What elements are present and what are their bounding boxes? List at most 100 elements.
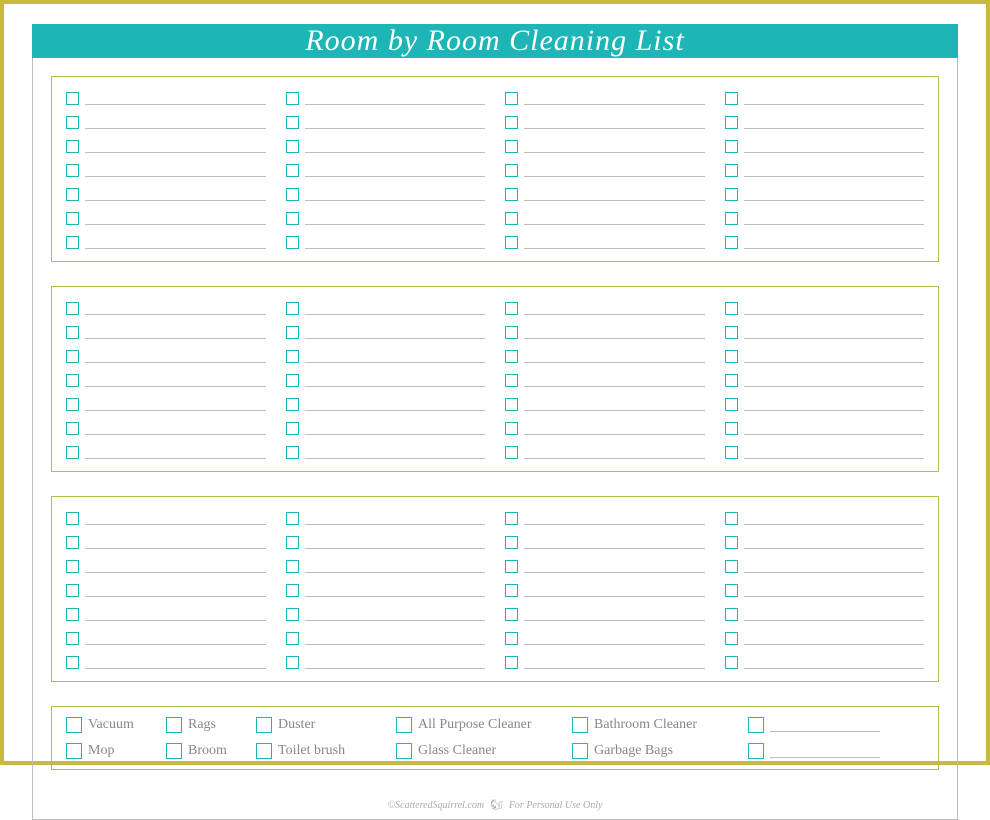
checkbox[interactable] bbox=[725, 302, 738, 315]
write-line[interactable] bbox=[305, 511, 486, 525]
checkbox[interactable] bbox=[256, 717, 272, 733]
checkbox[interactable] bbox=[286, 116, 299, 129]
write-line[interactable] bbox=[85, 235, 266, 249]
write-line[interactable] bbox=[85, 187, 266, 201]
write-line[interactable] bbox=[85, 535, 266, 549]
checkbox[interactable] bbox=[748, 743, 764, 759]
checkbox[interactable] bbox=[725, 446, 738, 459]
write-line[interactable] bbox=[305, 421, 486, 435]
checkbox[interactable] bbox=[725, 398, 738, 411]
checkbox[interactable] bbox=[66, 326, 79, 339]
checkbox[interactable] bbox=[66, 584, 79, 597]
write-line[interactable] bbox=[524, 115, 705, 129]
checkbox[interactable] bbox=[505, 632, 518, 645]
write-line[interactable] bbox=[744, 607, 925, 621]
checkbox[interactable] bbox=[725, 374, 738, 387]
checkbox[interactable] bbox=[286, 140, 299, 153]
write-line[interactable] bbox=[305, 163, 486, 177]
checkbox[interactable] bbox=[725, 140, 738, 153]
write-line[interactable] bbox=[85, 211, 266, 225]
checkbox[interactable] bbox=[66, 743, 82, 759]
write-line[interactable] bbox=[305, 91, 486, 105]
write-line[interactable] bbox=[744, 583, 925, 597]
write-line[interactable] bbox=[305, 235, 486, 249]
write-line[interactable] bbox=[524, 631, 705, 645]
write-line[interactable] bbox=[305, 445, 486, 459]
checkbox[interactable] bbox=[725, 560, 738, 573]
checkbox[interactable] bbox=[66, 717, 82, 733]
checkbox[interactable] bbox=[286, 632, 299, 645]
checkbox[interactable] bbox=[66, 212, 79, 225]
write-line[interactable] bbox=[524, 235, 705, 249]
checkbox[interactable] bbox=[166, 717, 182, 733]
write-line[interactable] bbox=[85, 349, 266, 363]
checkbox[interactable] bbox=[66, 116, 79, 129]
checkbox[interactable] bbox=[505, 374, 518, 387]
checkbox[interactable] bbox=[286, 560, 299, 573]
checkbox[interactable] bbox=[505, 398, 518, 411]
write-line[interactable] bbox=[305, 535, 486, 549]
checkbox[interactable] bbox=[286, 398, 299, 411]
checkbox[interactable] bbox=[286, 326, 299, 339]
write-line[interactable] bbox=[524, 163, 705, 177]
write-line[interactable] bbox=[744, 535, 925, 549]
checkbox[interactable] bbox=[748, 717, 764, 733]
checkbox[interactable] bbox=[66, 92, 79, 105]
checkbox[interactable] bbox=[725, 326, 738, 339]
checkbox[interactable] bbox=[725, 512, 738, 525]
write-line[interactable] bbox=[744, 421, 925, 435]
checkbox[interactable] bbox=[286, 188, 299, 201]
checkbox[interactable] bbox=[505, 608, 518, 621]
checkbox[interactable] bbox=[505, 92, 518, 105]
write-line[interactable] bbox=[524, 583, 705, 597]
checkbox[interactable] bbox=[505, 350, 518, 363]
checkbox[interactable] bbox=[66, 398, 79, 411]
write-line[interactable] bbox=[744, 115, 925, 129]
write-line[interactable] bbox=[305, 397, 486, 411]
write-line[interactable] bbox=[85, 91, 266, 105]
write-line[interactable] bbox=[305, 301, 486, 315]
checkbox[interactable] bbox=[505, 188, 518, 201]
checkbox[interactable] bbox=[725, 422, 738, 435]
write-line[interactable] bbox=[744, 301, 925, 315]
write-line[interactable] bbox=[305, 373, 486, 387]
checkbox[interactable] bbox=[286, 536, 299, 549]
write-line[interactable] bbox=[744, 91, 925, 105]
checkbox[interactable] bbox=[505, 212, 518, 225]
checkbox[interactable] bbox=[286, 212, 299, 225]
checkbox[interactable] bbox=[66, 188, 79, 201]
checkbox[interactable] bbox=[725, 536, 738, 549]
write-line[interactable] bbox=[305, 325, 486, 339]
write-line[interactable] bbox=[524, 421, 705, 435]
checkbox[interactable] bbox=[505, 164, 518, 177]
blank-line[interactable] bbox=[770, 718, 880, 732]
write-line[interactable] bbox=[744, 373, 925, 387]
checkbox[interactable] bbox=[66, 656, 79, 669]
write-line[interactable] bbox=[524, 511, 705, 525]
write-line[interactable] bbox=[744, 349, 925, 363]
write-line[interactable] bbox=[305, 211, 486, 225]
checkbox[interactable] bbox=[66, 446, 79, 459]
write-line[interactable] bbox=[305, 559, 486, 573]
write-line[interactable] bbox=[524, 187, 705, 201]
blank-line[interactable] bbox=[770, 744, 880, 758]
write-line[interactable] bbox=[85, 115, 266, 129]
checkbox[interactable] bbox=[505, 116, 518, 129]
write-line[interactable] bbox=[524, 211, 705, 225]
write-line[interactable] bbox=[305, 583, 486, 597]
write-line[interactable] bbox=[524, 91, 705, 105]
write-line[interactable] bbox=[744, 235, 925, 249]
checkbox[interactable] bbox=[286, 92, 299, 105]
write-line[interactable] bbox=[305, 631, 486, 645]
write-line[interactable] bbox=[524, 373, 705, 387]
write-line[interactable] bbox=[85, 397, 266, 411]
checkbox[interactable] bbox=[286, 302, 299, 315]
write-line[interactable] bbox=[744, 655, 925, 669]
checkbox[interactable] bbox=[66, 422, 79, 435]
checkbox[interactable] bbox=[396, 743, 412, 759]
write-line[interactable] bbox=[85, 511, 266, 525]
checkbox[interactable] bbox=[166, 743, 182, 759]
checkbox[interactable] bbox=[725, 116, 738, 129]
write-line[interactable] bbox=[524, 301, 705, 315]
write-line[interactable] bbox=[305, 607, 486, 621]
